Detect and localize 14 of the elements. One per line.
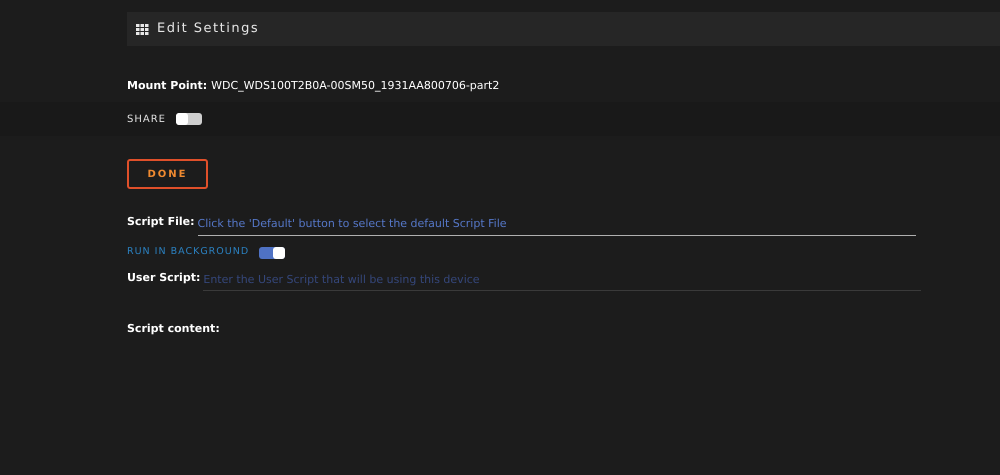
field-label: Script content: bbox=[127, 321, 221, 337]
done-button[interactable]: DONE bbox=[127, 159, 208, 189]
field-label: User Script: bbox=[127, 270, 200, 286]
field-label: Mount Point: bbox=[127, 78, 208, 94]
toggle-switch[interactable] bbox=[259, 246, 286, 258]
mount-point-value: WDC_WDS100T2B0A-00SM50_1931AA800706-part2 bbox=[211, 78, 500, 94]
grid-icon bbox=[136, 24, 149, 34]
toggle-switch[interactable] bbox=[176, 113, 202, 125]
field-label: Script File: bbox=[127, 214, 195, 230]
field-label: SHARE bbox=[127, 112, 166, 126]
header-title: Edit Settings bbox=[157, 20, 260, 38]
field-label: RUN IN BACKGROUND bbox=[127, 245, 250, 260]
user-script-field[interactable]: Enter the User Script that will be using this device bbox=[203, 271, 922, 291]
script-file-field[interactable]: Click the 'Default' button to select the default Script File bbox=[198, 216, 916, 236]
